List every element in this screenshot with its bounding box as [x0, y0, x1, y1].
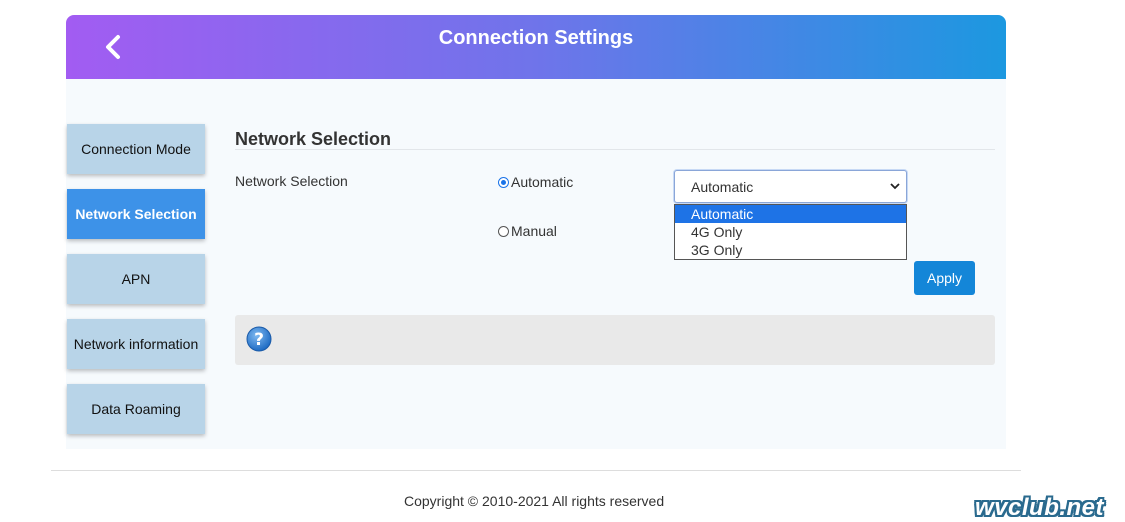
- help-panel: ?: [235, 315, 995, 365]
- content-panel: Connection Mode Network Selection APN Ne…: [66, 79, 1006, 449]
- sidebar-item-label: APN: [121, 271, 151, 287]
- sidebar-item-label: Data Roaming: [91, 401, 181, 417]
- help-button[interactable]: ?: [246, 326, 272, 352]
- sidebar-item-connection-mode[interactable]: Connection Mode: [67, 124, 205, 174]
- select-value: Automatic: [691, 178, 754, 195]
- section-title: Network Selection: [235, 129, 392, 149]
- radio-manual[interactable]: Manual: [498, 223, 557, 239]
- chevron-down-icon: [890, 183, 900, 190]
- sidebar-item-network-information[interactable]: Network information: [67, 319, 205, 369]
- sidebar-item-data-roaming[interactable]: Data Roaming: [67, 384, 205, 434]
- copyright-text: Copyright © 2010-2021 All rights reserve…: [404, 493, 665, 509]
- sidebar-item-apn[interactable]: APN: [67, 254, 205, 304]
- section-divider: [235, 149, 995, 150]
- network-selection-label: Network Selection: [235, 173, 348, 189]
- sidebar-item-network-selection[interactable]: Network Selection: [67, 189, 205, 239]
- radio-button[interactable]: [498, 176, 509, 188]
- header-bar: Connection Settings: [66, 15, 1006, 79]
- question-circle-icon: ?: [246, 326, 272, 352]
- sidebar-item-label: Network information: [73, 336, 199, 352]
- option-4g-only[interactable]: 4G Only: [675, 223, 906, 241]
- radio-automatic[interactable]: Automatic: [498, 174, 573, 190]
- radio-label: Manual: [511, 223, 557, 239]
- sidebar-item-label: Network Selection: [75, 206, 197, 222]
- option-automatic[interactable]: Automatic: [675, 205, 906, 223]
- radio-button[interactable]: [498, 225, 509, 237]
- apply-button[interactable]: Apply: [914, 261, 975, 295]
- network-mode-dropdown: Automatic 4G Only 3G Only: [674, 204, 907, 260]
- network-mode-select[interactable]: Automatic: [674, 170, 907, 203]
- option-3g-only[interactable]: 3G Only: [675, 241, 906, 259]
- footer-divider: [51, 470, 1021, 471]
- watermark: wvclub.net: [975, 494, 1105, 521]
- radio-label: Automatic: [511, 174, 574, 190]
- page-title: Connection Settings: [438, 27, 634, 49]
- sidebar-item-label: Connection Mode: [81, 141, 191, 157]
- svg-text:?: ?: [254, 330, 264, 350]
